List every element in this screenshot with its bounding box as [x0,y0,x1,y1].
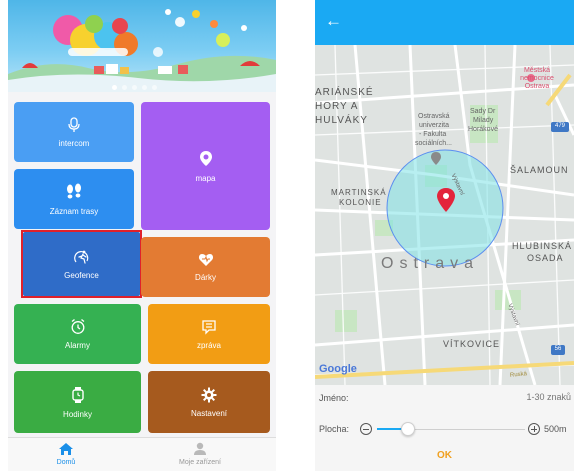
map-label-salamoun: ŠALAMOUN [510,165,569,175]
map-label-hlub-2: OSADA [527,253,564,263]
zoom-out-icon[interactable] [360,423,372,435]
heart-gift-icon [198,253,213,266]
google-logo: Google [319,363,357,375]
gear-icon [201,387,217,402]
geofence-label: Geofence [64,270,99,280]
mapa-label: mapa [195,173,216,183]
map-label-martin-1: MARTINSKÁ [331,188,387,197]
road-badge-56: 56 [554,346,562,352]
top-bar: ← [315,0,574,45]
nav-my-device[interactable]: Moje zařízení [160,442,240,466]
watch-icon [71,386,84,403]
geofence-tile[interactable]: Geofence [23,232,140,296]
nav-home-label: Domů [56,459,76,466]
darky-label: Dárky [195,272,216,282]
back-arrow-icon[interactable]: ← [325,11,342,31]
map-pin-icon [199,150,212,166]
map-label-district-1c: HULVÁKY [315,115,368,126]
intercom-tile[interactable]: intercom [14,102,134,162]
nav-my-device-label: Moje zařízení [178,459,222,466]
area-label: Plocha: [319,424,350,434]
hodinky-tile[interactable]: Hodinky [14,371,141,433]
map-label-park-2: Milady [473,117,494,124]
area-slider-handle[interactable] [401,422,415,436]
map-label-ostrava: Ostrava [381,255,480,272]
map-view[interactable]: Městská nemocnice Ostrava ARIÁNSKÉ HORY … [315,45,574,385]
darky-tile[interactable]: Dárky [141,237,270,297]
map-label-district-1b: HORY A [315,101,359,112]
nav-home[interactable]: Domů [26,442,106,466]
hodinky-label: Hodinky [63,409,92,419]
user-icon [194,442,206,455]
banner-illustration [8,9,276,92]
map-label-univ-4: sociálních... [415,140,452,147]
ok-button[interactable]: OK [315,450,574,461]
mapa-tile[interactable]: mapa [141,102,270,230]
zprava-tile[interactable]: zpráva [148,304,270,364]
alarmy-label: Alarmy [65,341,90,350]
geofence-screen: ← Městská nemocnice Ostrava ARIÁNSKÉ HOR… [315,0,574,471]
message-icon [202,319,216,335]
map-label-hlub-1: HLUBINSKÁ [512,241,573,251]
area-value: 500m [544,424,567,434]
map-label-vitkovice: VÍTKOVICE [443,339,501,349]
zprava-label: zpráva [196,340,221,350]
intercom-label: intercom [58,138,90,148]
footprints-icon [67,183,81,198]
map-label-univ-3: - Fakulta [419,131,447,138]
alarm-clock-icon [71,318,84,334]
banner-pager[interactable] [112,85,157,90]
zaznam-trasy-tile[interactable]: Záznam trasy [14,169,134,229]
bottom-navigation: Domů Moje zařízení [8,437,276,471]
area-slider[interactable] [377,422,525,436]
map-label-district-1a: ARIÁNSKÉ [315,87,374,98]
home-icon [59,443,73,455]
zaznam-trasy-label: Záznam trasy [49,206,99,216]
name-input[interactable] [415,390,571,404]
map-label-hospital: Městská nemocnice Ostrava [520,67,554,90]
map-label-univ-2: univerzita [419,122,449,129]
map-label-martin-2: KOLONIE [339,198,382,207]
name-label: Jméno: [319,393,349,403]
microphone-icon [68,116,80,132]
geofence-runner-icon [73,250,88,264]
main-menu-screen: intercom mapa Záznam trasy Geofence Dárk… [8,0,276,471]
promo-banner[interactable] [8,0,276,92]
map-label-park-1: Sady Dr [470,108,496,115]
alarmy-tile[interactable]: Alarmy [14,304,141,364]
nastaveni-tile[interactable]: Nastavení [148,371,270,433]
nastaveni-label: Nastavení [190,408,228,418]
zoom-in-icon[interactable] [528,423,540,435]
road-badge-479: 479 [554,123,565,129]
map-label-univ-1: Ostravská [418,113,450,120]
map-label-park-3: Horákové [468,126,498,133]
